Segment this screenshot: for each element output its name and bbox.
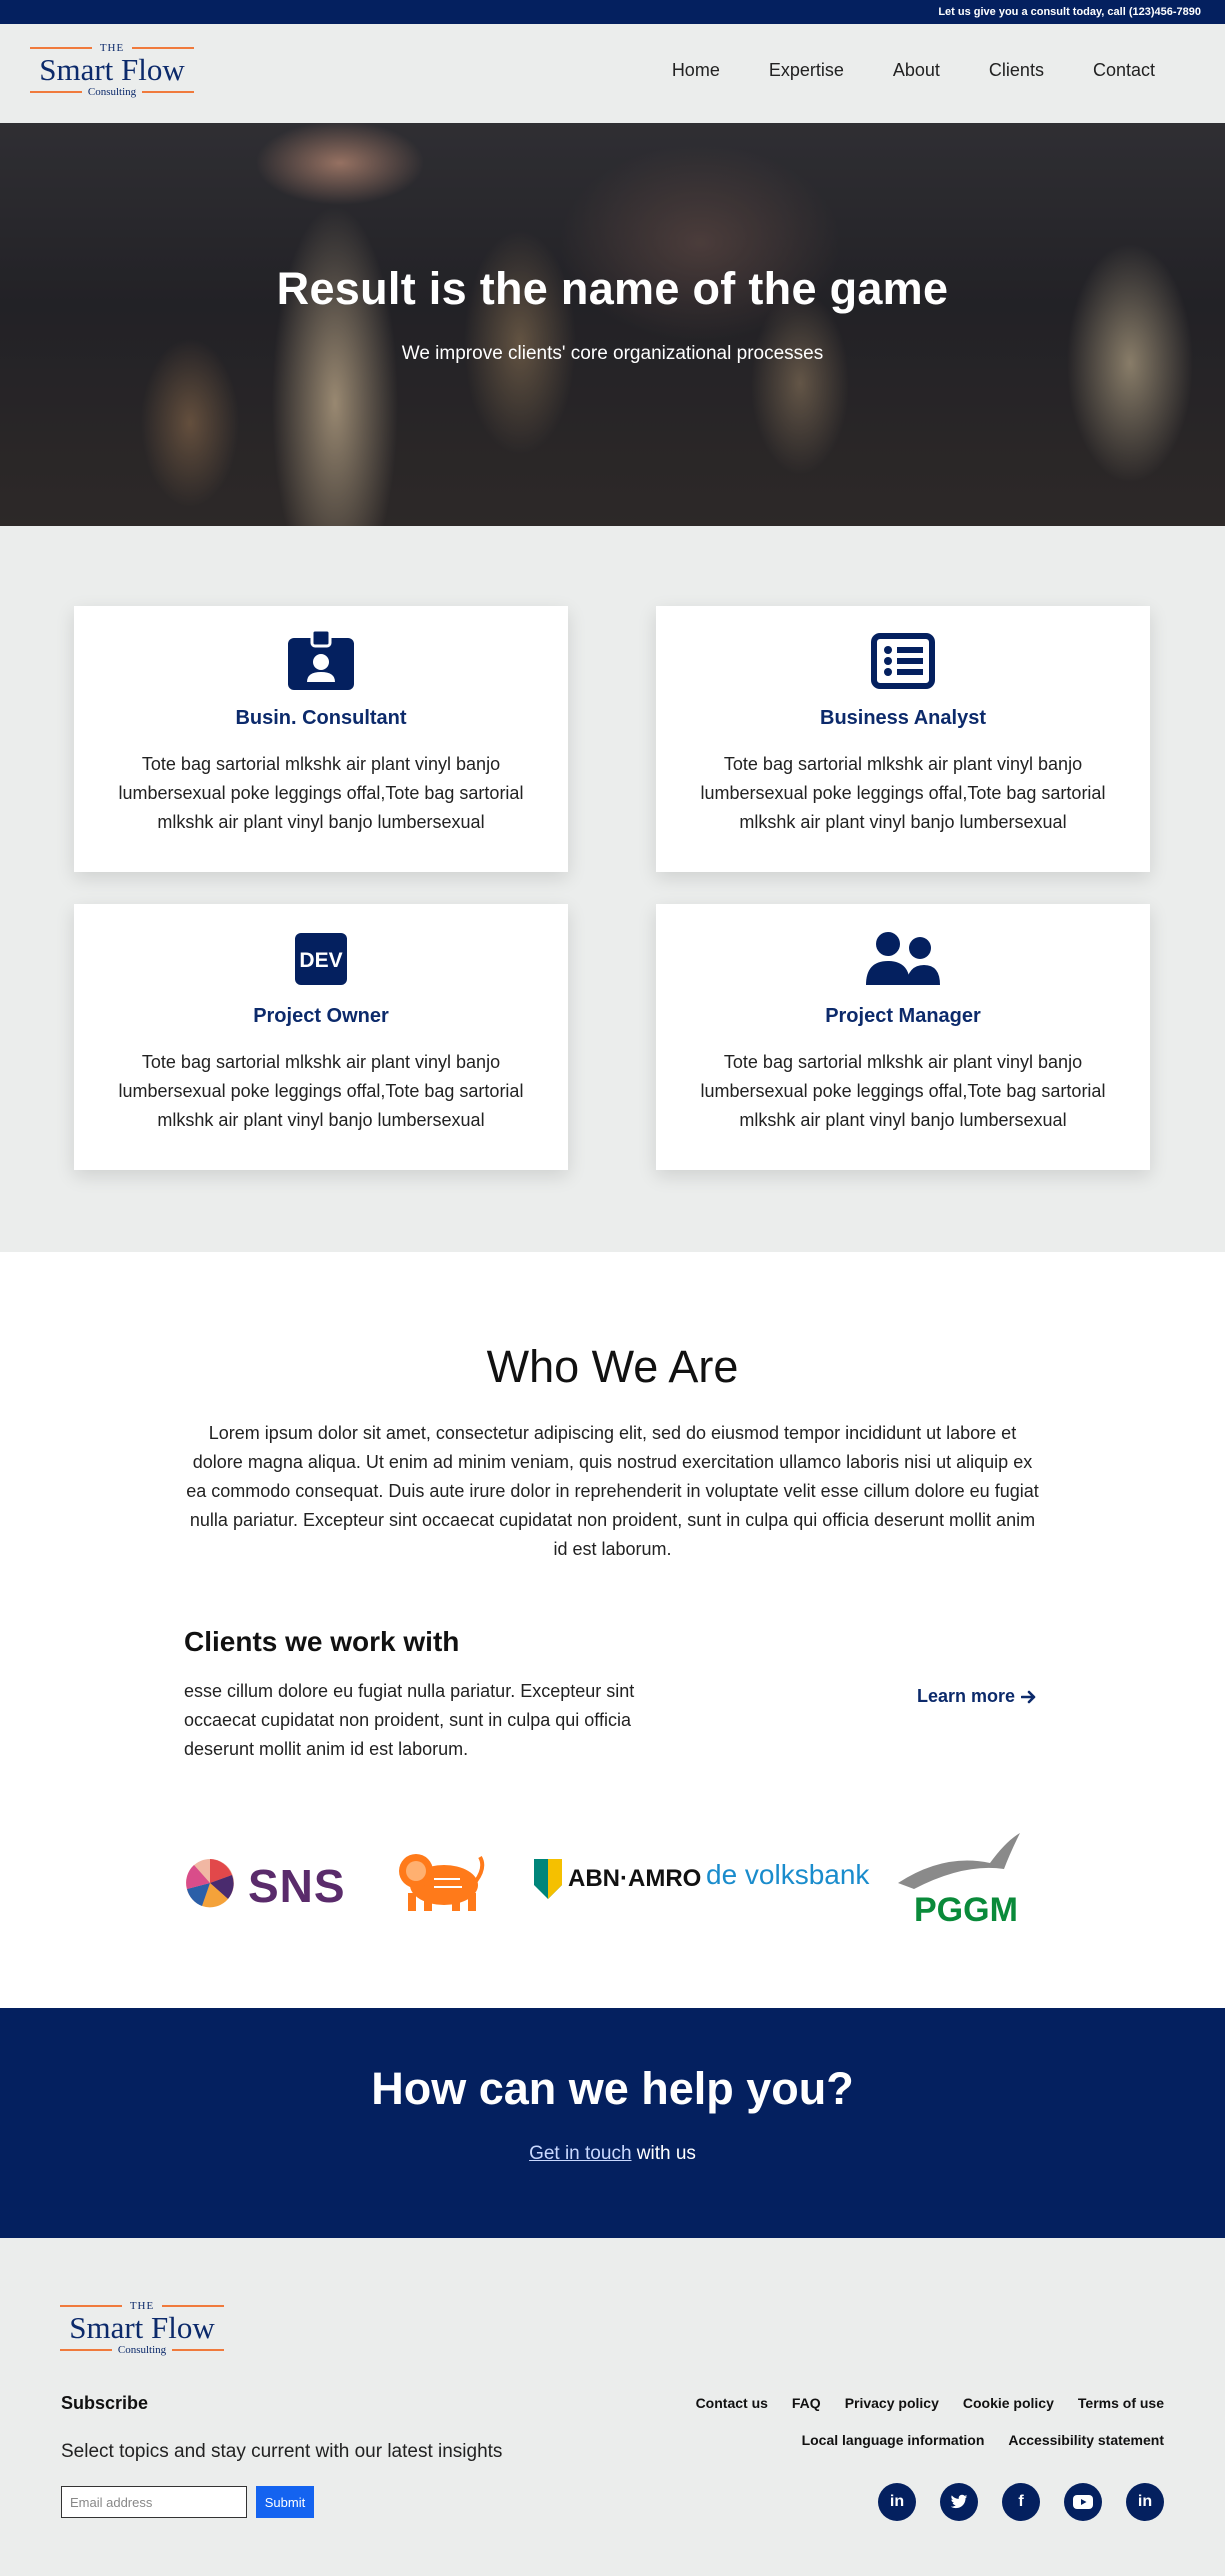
get-in-touch-link[interactable]: Get in touch (529, 2143, 631, 2164)
footer-links-row-1: Contact us FAQ Privacy policy Cookie pol… (696, 2395, 1164, 2411)
hero-banner: Result is the name of the game We improv… (0, 123, 1225, 526)
facebook-icon[interactable]: f (1002, 2483, 1040, 2521)
volksbank-logo[interactable]: de volksbank (706, 1859, 876, 1899)
youtube-icon[interactable] (1064, 2483, 1102, 2521)
social-glyph: in (1137, 2493, 1153, 2510)
logo-sub: Consulting (117, 2344, 167, 2356)
submit-button[interactable]: Submit (256, 2486, 314, 2518)
service-title: Busin. Consultant (235, 707, 407, 729)
service-title: Project Owner (253, 1005, 389, 1027)
help-cta-section: How can we help you? Get in touch with u… (0, 2008, 1225, 2238)
footer-link-cookie[interactable]: Cookie policy (963, 2395, 1054, 2411)
who-text: Lorem ipsum dolor sit amet, consectetur … (186, 1423, 1039, 1559)
service-card-manager[interactable]: Project Manager Tote bag sartorial mlksh… (656, 904, 1150, 1170)
bird-icon (898, 1833, 1020, 1889)
footer-link-privacy[interactable]: Privacy policy (845, 2395, 939, 2411)
service-text: Tote bag sartorial mlkshk air plant viny… (118, 1052, 524, 1130)
linkedin-icon[interactable]: in (878, 2483, 916, 2521)
site-header: THE Smart Flow Consulting Home Expertise… (0, 24, 1225, 123)
email-input[interactable] (61, 2486, 247, 2518)
clients-title: Clients we work with (184, 1626, 460, 1657)
logo-name: Smart Flow (39, 52, 185, 87)
twitter-icon[interactable] (940, 2483, 978, 2521)
consult-banner-text: Let us give you a consult today, call (1… (938, 6, 1201, 18)
nav-contact[interactable]: Contact (1093, 60, 1155, 81)
svg-text:DEV: DEV (299, 949, 342, 972)
social-glyph: in (889, 2493, 905, 2510)
footer-link-accessibility[interactable]: Accessibility statement (1008, 2432, 1164, 2448)
twitter-bird-icon (950, 2494, 968, 2509)
subscribe-title: Subscribe (61, 2393, 149, 2413)
service-card-analyst[interactable]: Business Analyst Tote bag sartorial mlks… (656, 606, 1150, 872)
logo-sub: Consulting (87, 86, 137, 98)
hero-subtitle: We improve clients' core organizational … (401, 343, 824, 364)
abn-amro-logo[interactable]: ABN·AMRO (532, 1857, 702, 1907)
service-text: Tote bag sartorial mlkshk air plant viny… (118, 754, 524, 832)
social-glyph: f (1018, 2493, 1024, 2510)
nav-home[interactable]: Home (672, 60, 720, 81)
ing-logo[interactable] (390, 1845, 486, 1915)
learn-more-label: Learn more (917, 1686, 1016, 1706)
service-card-consultant[interactable]: Busin. Consultant Tote bag sartorial mlk… (74, 606, 568, 872)
services-section: Busin. Consultant Tote bag sartorial mlk… (0, 526, 1225, 1252)
footer-logo[interactable]: THE Smart Flow Consulting (60, 2300, 225, 2360)
volksbank-wordmark: de volksbank (706, 1859, 870, 1890)
footer-link-contact[interactable]: Contact us (696, 2395, 768, 2411)
pggm-logo[interactable]: PGGM (894, 1833, 1034, 1929)
lion-icon (399, 1854, 485, 1911)
linkedin-icon[interactable]: in (1126, 2483, 1164, 2521)
sns-wordmark: SNS (248, 1860, 346, 1912)
nav-expertise[interactable]: Expertise (769, 60, 844, 81)
abn-amro-wordmark: ABN·AMRO (568, 1865, 702, 1892)
site-logo[interactable]: THE Smart Flow Consulting (30, 42, 195, 102)
abn-shield-icon (534, 1859, 562, 1899)
service-title: Project Manager (825, 1005, 981, 1027)
footer-link-local-language[interactable]: Local language information (802, 2432, 985, 2448)
footer-link-terms[interactable]: Terms of use (1078, 2395, 1164, 2411)
clients-text: esse cillum dolore eu fugiat nulla paria… (184, 1681, 635, 1759)
nav-about[interactable]: About (893, 60, 940, 81)
client-logos: SNS ABN·AMRO de volksbank PGGM (184, 1833, 1044, 1933)
hero-title: Result is the name of the game (276, 263, 949, 314)
main-nav: Home Expertise About Clients Contact (623, 60, 1155, 81)
dev-icon: DEV (295, 933, 347, 985)
cta-line: Get in touch with us (0, 2143, 1225, 2165)
sns-logo[interactable]: SNS (184, 1855, 346, 1912)
service-text: Tote bag sartorial mlkshk air plant viny… (700, 754, 1106, 832)
sns-wheel-icon (186, 1859, 234, 1908)
footer-links-row-2: Local language information Accessibility… (802, 2432, 1164, 2448)
subscribe-text: Select topics and stay current with our … (61, 2441, 503, 2462)
cta-suffix: with us (631, 2143, 696, 2164)
id-badge-icon (288, 630, 354, 690)
logo-name: Smart Flow (69, 2310, 215, 2345)
list-alt-icon (871, 633, 935, 689)
users-icon (866, 932, 940, 985)
pggm-wordmark: PGGM (914, 1891, 1018, 1929)
top-bar: Let us give you a consult today, call (1… (0, 0, 1225, 24)
clients-section: Clients we work with esse cillum dolore … (0, 1605, 1225, 2008)
social-links: in f in (878, 2483, 1164, 2521)
site-footer: THE Smart Flow Consulting Subscribe Sele… (0, 2238, 1225, 2576)
arrow-right-icon (1021, 1690, 1036, 1703)
service-text: Tote bag sartorial mlkshk air plant viny… (700, 1052, 1106, 1130)
youtube-play-icon (1073, 2495, 1093, 2509)
who-we-are-section: Who We Are Lorem ipsum dolor sit amet, c… (0, 1252, 1225, 1605)
service-card-owner[interactable]: DEV Project Owner Tote bag sartorial mlk… (74, 904, 568, 1170)
service-title: Business Analyst (820, 707, 986, 729)
nav-clients[interactable]: Clients (989, 60, 1044, 81)
footer-link-faq[interactable]: FAQ (792, 2395, 821, 2411)
who-title: Who We Are (486, 1341, 739, 1392)
cta-title: How can we help you? (371, 2063, 854, 2114)
learn-more-link[interactable]: Learn more (917, 1686, 1037, 1707)
